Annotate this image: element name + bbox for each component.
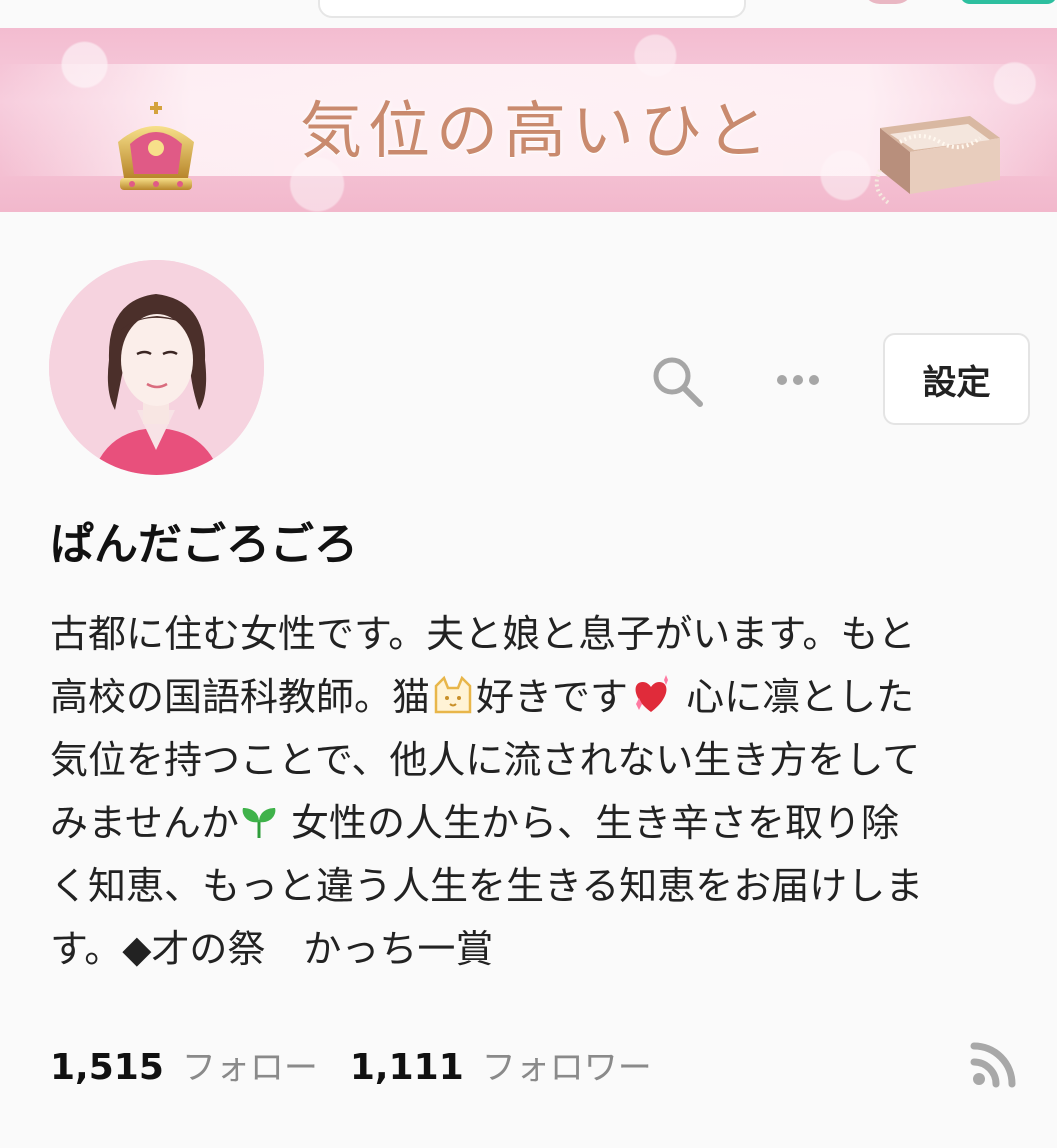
following-label[interactable]: フォロー [182, 1040, 318, 1089]
follow-stats: 1,515 フォロー 1,111 フォロワー [50, 1040, 684, 1090]
bio-line: 古都に住む女性です。夫と娘と息子がいます。もと [50, 603, 1030, 666]
rss-feed-icon[interactable] [970, 1038, 1020, 1088]
top-action-button[interactable] [960, 0, 1057, 4]
sparkling-heart-icon [635, 675, 669, 712]
bio-text: 高校の国語科教師。猫 [50, 675, 431, 719]
top-search-field[interactable] [318, 0, 746, 18]
avatar[interactable] [49, 260, 264, 475]
bio-line: 高校の国語科教師。猫 好きです 心に凛とした [50, 666, 1030, 729]
bio-line: 気位を持つことで、他人に流されない生き方をして [50, 729, 1030, 792]
bio-line: す。◆才の祭 かっち一賞 [50, 918, 1030, 981]
banner-title: 気位の高いひと [300, 94, 775, 167]
followers-count[interactable]: 1,111 [350, 1047, 464, 1088]
bio-text: 好きです [476, 675, 629, 719]
bio-text: 気位を持つことで、他人に流されない生き方をして [50, 738, 921, 782]
crown-icon [118, 102, 194, 190]
bio-text: 心に凛とした [674, 675, 915, 719]
bio-text: く知恵、もっと違う人生を生きる知恵をお届けしま [50, 864, 924, 908]
jewelry-box-icon [874, 116, 1000, 206]
top-bar [0, 0, 1057, 28]
bio-text: す。◆才の祭 かっち一賞 [50, 927, 494, 971]
cat-face-icon [434, 675, 472, 714]
bio-text: 女性の人生から、生き辛さを取り除 [278, 801, 899, 845]
bio-line: みませんか 女性の人生から、生き辛さを取り除 [50, 792, 1030, 855]
settings-button[interactable]: 設定 [883, 333, 1030, 425]
followers-label[interactable]: フォロワー [482, 1040, 652, 1089]
profile-bio: 古都に住む女性です。夫と娘と息子がいます。もと 高校の国語科教師。猫 好きです 心… [50, 603, 1030, 981]
profile-name: ぱんだごろごろ [50, 519, 358, 570]
header-banner: 気位の高いひと [0, 28, 1057, 212]
more-options-icon[interactable] [768, 362, 828, 398]
bio-text: 古都に住む女性です。夫と娘と息子がいます。もと [50, 612, 916, 656]
seedling-icon [242, 808, 276, 838]
bio-text: みませんか [50, 801, 239, 845]
bio-line: く知恵、もっと違う人生を生きる知恵をお届けしま [50, 855, 1030, 918]
following-count[interactable]: 1,515 [50, 1047, 164, 1088]
search-icon[interactable] [648, 352, 706, 410]
top-avatar[interactable] [862, 0, 914, 4]
